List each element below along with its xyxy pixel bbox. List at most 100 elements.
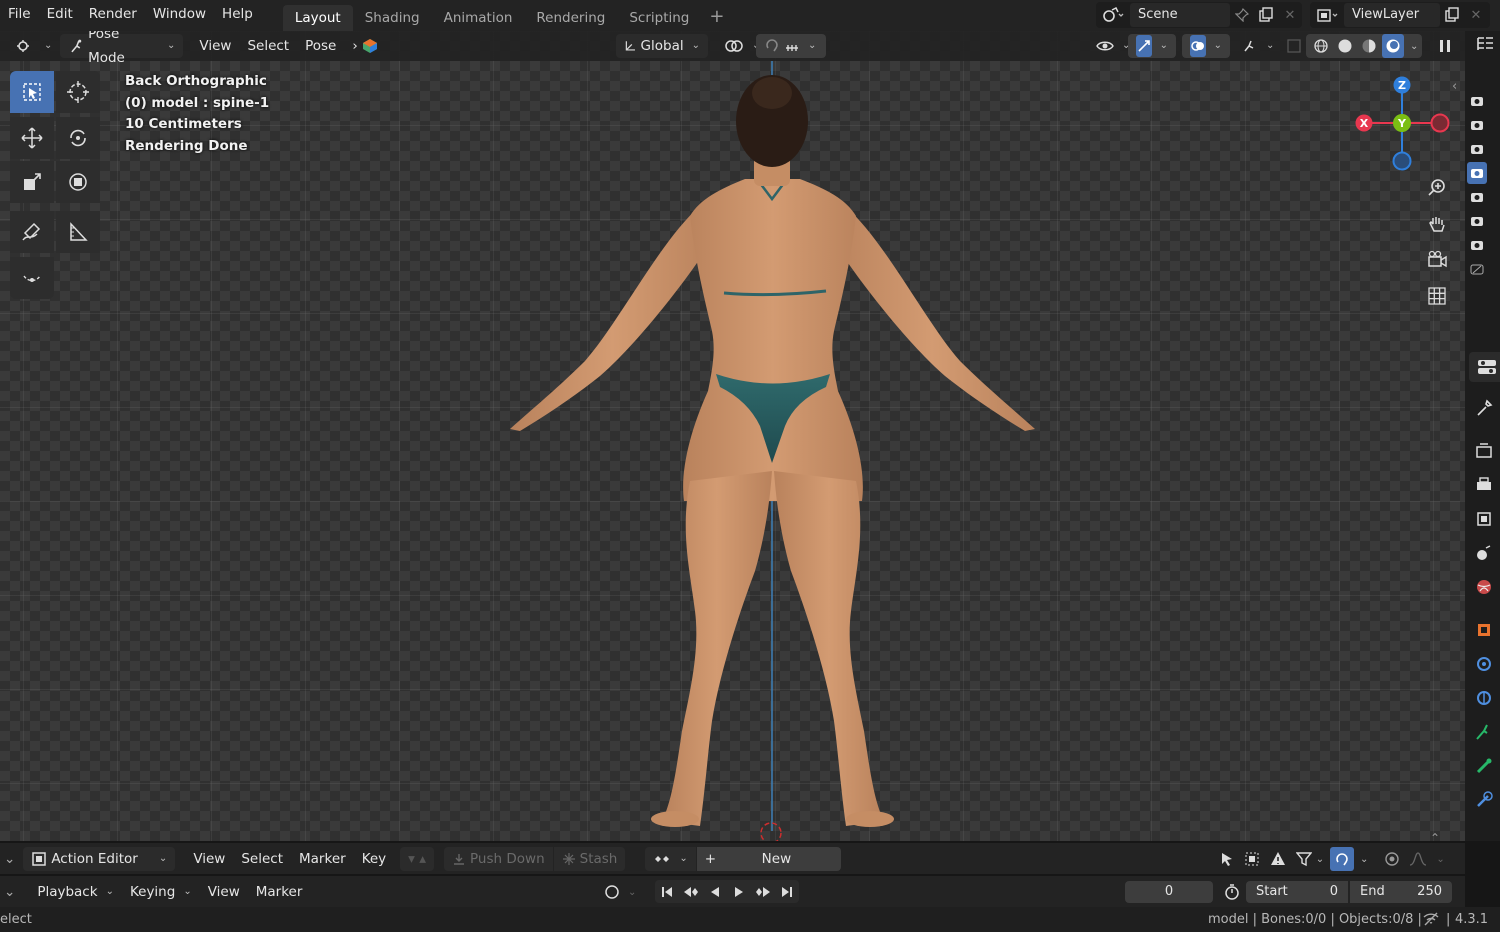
- transform-orientation-dropdown[interactable]: Global ⌄: [616, 34, 708, 58]
- timeline-collapse-arrow[interactable]: ⌃: [1430, 831, 1440, 841]
- bone-constraint-properties-tab[interactable]: [1469, 785, 1499, 815]
- push-down-button[interactable]: Push Down: [444, 846, 553, 871]
- select-box-tool[interactable]: [10, 71, 54, 113]
- menu-help[interactable]: Help: [214, 0, 261, 31]
- properties-editor-icon[interactable]: [1469, 352, 1500, 382]
- ae-menu-key[interactable]: Key: [354, 847, 394, 871]
- scene-name[interactable]: Scene: [1130, 3, 1230, 27]
- pan-button[interactable]: [1422, 209, 1452, 239]
- world-properties-tab[interactable]: [1469, 572, 1499, 602]
- stopwatch-icon[interactable]: [1220, 880, 1244, 904]
- menu-view[interactable]: View: [191, 34, 239, 58]
- rendered-icon[interactable]: [1382, 34, 1404, 58]
- rotate-tool[interactable]: [56, 117, 100, 159]
- ae-menu-view[interactable]: View: [185, 847, 233, 871]
- render-properties-tab[interactable]: [1469, 436, 1499, 466]
- outliner-editor-icon[interactable]: [1475, 35, 1495, 59]
- sidebar-toggle-arrow[interactable]: ‹: [1452, 79, 1457, 94]
- scene-properties-tab[interactable]: [1469, 538, 1499, 568]
- bone-envelope-tool[interactable]: [10, 257, 54, 299]
- render-visibility-icon[interactable]: [1467, 210, 1487, 232]
- render-visibility-icon-selected[interactable]: [1467, 162, 1487, 184]
- filter-icon[interactable]: ⌄: [1292, 847, 1328, 871]
- tab-layout[interactable]: Layout: [282, 4, 353, 31]
- keying-menu[interactable]: Keying ⌄: [122, 880, 200, 904]
- render-visibility-icon[interactable]: [1467, 90, 1487, 112]
- tab-animation[interactable]: Animation: [432, 5, 525, 31]
- ortho-toggle-button[interactable]: [1422, 281, 1452, 311]
- viewlayer-name[interactable]: ViewLayer: [1344, 3, 1440, 27]
- render-disabled-icon[interactable]: [1467, 258, 1487, 280]
- prev-keyframe-icon[interactable]: [679, 880, 703, 904]
- proportional-edit-icon[interactable]: [1380, 847, 1404, 871]
- current-frame-field[interactable]: 0: [1125, 881, 1213, 903]
- close-scene-icon[interactable]: ✕: [1278, 3, 1302, 27]
- tl-menu-marker[interactable]: Marker: [248, 880, 311, 904]
- timeline-drag-handle[interactable]: ⌄: [0, 880, 23, 904]
- menu-file[interactable]: File: [0, 0, 39, 31]
- shading-dropdown[interactable]: ⌄: [1410, 41, 1418, 52]
- ae-menu-select[interactable]: Select: [233, 847, 291, 871]
- navigation-gizmo[interactable]: Z Y X: [1350, 76, 1454, 174]
- close-viewlayer-icon[interactable]: ✕: [1464, 3, 1488, 27]
- render-visibility-icon[interactable]: [1467, 234, 1487, 256]
- scale-tool[interactable]: [10, 161, 54, 203]
- measure-tool[interactable]: [56, 211, 100, 253]
- jump-start-icon[interactable]: [655, 880, 679, 904]
- editor-drag-handle[interactable]: ⌄: [0, 847, 23, 871]
- object-properties-tab[interactable]: [1469, 615, 1499, 645]
- viewlayer-icon[interactable]: [1310, 3, 1344, 27]
- show-hidden-icon[interactable]: [1240, 847, 1264, 871]
- snap-dropdown[interactable]: ⌄: [1360, 854, 1368, 865]
- gizmo-toggle[interactable]: ⌄: [1128, 34, 1176, 58]
- pause-render-button[interactable]: [1430, 34, 1460, 58]
- only-errors-icon[interactable]: [1266, 847, 1290, 871]
- menu-pose[interactable]: Pose: [297, 34, 344, 58]
- menu-window[interactable]: Window: [145, 0, 214, 31]
- layer-arrows[interactable]: ▾ ▴: [400, 846, 435, 871]
- bone-properties-tab[interactable]: [1469, 751, 1499, 781]
- menu-select[interactable]: Select: [239, 34, 297, 58]
- tab-shading[interactable]: Shading: [353, 5, 432, 31]
- scene-selector[interactable]: Scene ✕: [1096, 2, 1302, 28]
- play-reverse-icon[interactable]: [703, 880, 727, 904]
- render-visibility-icon[interactable]: [1467, 114, 1487, 136]
- camera-view-button[interactable]: [1422, 245, 1452, 275]
- stash-button[interactable]: Stash: [553, 846, 626, 871]
- falloff-icon[interactable]: [1406, 847, 1430, 871]
- view-layer-properties-tab[interactable]: [1469, 504, 1499, 534]
- jump-end-icon[interactable]: [775, 880, 799, 904]
- 3d-viewport[interactable]: ⌄ Pose Mode ⌄ View Select Pose › Global ⌄ …: [0, 31, 1465, 841]
- editor-type-button[interactable]: ⌄: [8, 34, 60, 58]
- overlay-toggle[interactable]: ⌄: [1182, 34, 1230, 58]
- new-scene-icon[interactable]: [1254, 3, 1278, 27]
- render-visibility-icon[interactable]: [1467, 138, 1487, 160]
- pin-icon[interactable]: [1230, 3, 1254, 27]
- output-properties-tab[interactable]: [1469, 470, 1499, 500]
- move-tool[interactable]: [10, 117, 54, 159]
- snap-toggle[interactable]: ⌄: [756, 34, 826, 58]
- modifier-properties-tab[interactable]: [1469, 649, 1499, 679]
- tab-scripting[interactable]: Scripting: [617, 5, 701, 31]
- solid-icon[interactable]: [1334, 34, 1356, 58]
- render-visibility-icon[interactable]: [1467, 186, 1487, 208]
- menu-edit[interactable]: Edit: [39, 0, 81, 31]
- action-editor-mode-dropdown[interactable]: Action Editor ⌄: [23, 846, 176, 871]
- playback-menu[interactable]: Playback ⌄: [29, 880, 122, 904]
- tab-rendering[interactable]: Rendering: [524, 5, 617, 31]
- bone-overlay-button[interactable]: ⌄: [1234, 34, 1282, 58]
- physics-properties-tab[interactable]: [1469, 683, 1499, 713]
- end-frame-field[interactable]: End 250: [1350, 881, 1452, 903]
- tl-menu-view[interactable]: View: [200, 880, 248, 904]
- new-action-button[interactable]: + New: [696, 846, 841, 871]
- falloff-dropdown[interactable]: ⌄: [1436, 854, 1444, 865]
- mode-dropdown[interactable]: Pose Mode ⌄: [60, 31, 184, 66]
- tool-properties-tab[interactable]: [1469, 393, 1499, 423]
- material-preview-icon[interactable]: [1358, 34, 1380, 58]
- annotate-tool[interactable]: [10, 211, 54, 253]
- autokey-dropdown[interactable]: ⌄: [628, 887, 636, 898]
- only-selected-icon[interactable]: [1214, 847, 1238, 871]
- scene-icon[interactable]: [1096, 3, 1130, 27]
- transform-tool[interactable]: [56, 161, 100, 203]
- next-keyframe-icon[interactable]: [751, 880, 775, 904]
